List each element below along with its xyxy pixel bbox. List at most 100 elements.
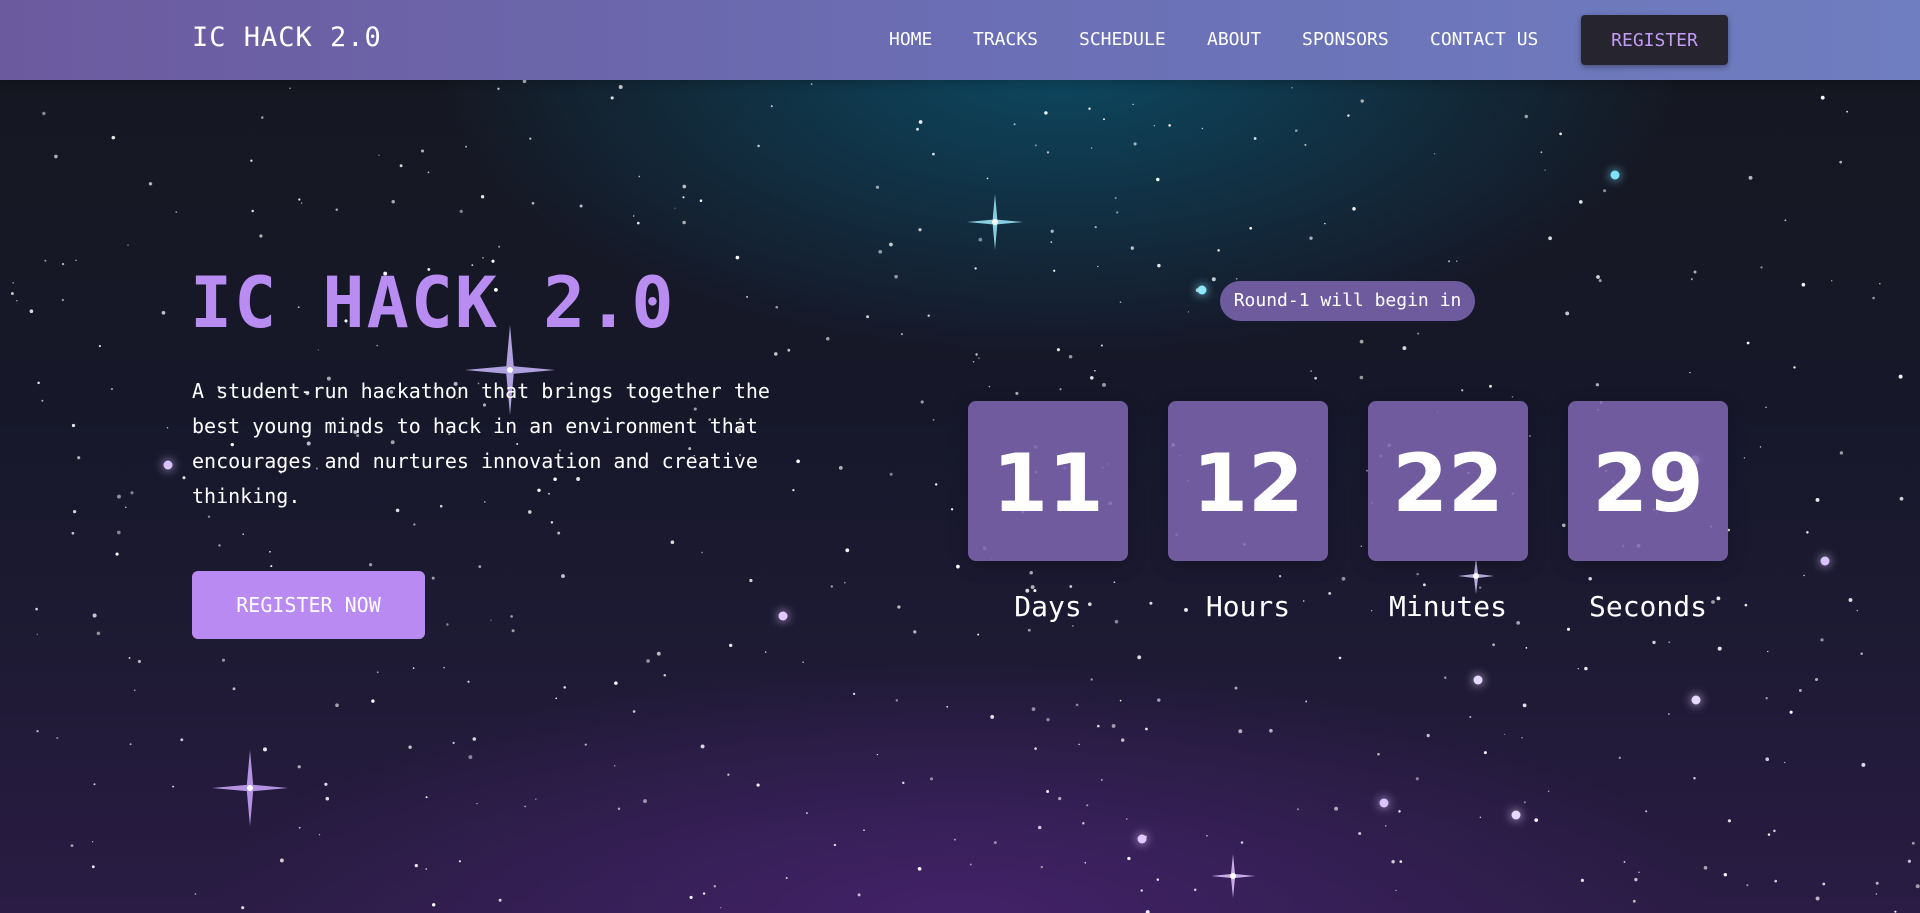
star-dot: [137, 659, 141, 664]
star-dot: [1638, 871, 1640, 874]
star-dot: [1565, 311, 1570, 316]
star-dot: [916, 127, 919, 131]
star-dot: [207, 515, 211, 519]
star-dot: [1815, 896, 1820, 901]
countdown-days-value: 11: [992, 437, 1104, 530]
star-dot: [1137, 655, 1142, 660]
star-dot: [1860, 652, 1863, 655]
star-dot: [335, 703, 339, 708]
star-dot: [490, 619, 492, 621]
star-dot: [1469, 716, 1472, 718]
star-dot: [1046, 790, 1050, 793]
star-dot: [467, 680, 470, 683]
star-dot: [12, 281, 15, 284]
star-dot: [838, 466, 843, 470]
glowing-star: [1610, 170, 1620, 180]
star-dot: [1744, 603, 1748, 607]
star-dot: [978, 357, 980, 359]
star-dot: [775, 305, 779, 309]
star-dot: [378, 154, 380, 156]
star-dot: [1559, 132, 1562, 136]
star-dot: [1140, 889, 1143, 892]
star-dot: [802, 661, 804, 664]
nav-link-schedule[interactable]: SCHEDULE: [1079, 29, 1166, 50]
star-dot: [1127, 856, 1131, 861]
star-dot: [555, 697, 558, 700]
star-dot: [1111, 723, 1116, 728]
star-dot: [1492, 643, 1495, 647]
star-dot: [1235, 277, 1238, 280]
star-dot: [1206, 834, 1208, 837]
star-dot: [1798, 689, 1802, 692]
star-dot: [643, 799, 647, 804]
star-dot: [1156, 177, 1160, 182]
star-dot: [927, 314, 930, 317]
star-dot: [1765, 697, 1768, 700]
star-dot: [1503, 733, 1506, 736]
star-dot: [180, 738, 184, 742]
star-dot: [932, 152, 935, 156]
star-dot: [1879, 282, 1881, 285]
star-dot: [977, 633, 980, 636]
star-dot: [700, 744, 705, 749]
star-dot: [956, 564, 960, 569]
star-dot: [1088, 107, 1091, 110]
countdown-minutes-box: 22: [1368, 401, 1528, 561]
nav-link-tracks[interactable]: TRACKS: [973, 29, 1038, 50]
star-dot: [1596, 275, 1600, 279]
star-dot: [1415, 777, 1419, 781]
star-dot: [930, 777, 933, 781]
glowing-star: [1197, 285, 1207, 295]
star-dot: [746, 295, 749, 298]
countdown-minutes-value: 22: [1392, 437, 1504, 530]
star-dot: [324, 782, 328, 786]
star-dot: [682, 184, 687, 189]
star-dot: [1238, 729, 1243, 734]
star-dot: [826, 337, 830, 341]
star-dot: [125, 506, 127, 509]
star-dot: [129, 743, 132, 746]
star-dot: [1100, 344, 1103, 347]
star-dot: [1015, 391, 1019, 395]
star-dot: [1856, 609, 1859, 612]
countdown-hours-box: 12: [1168, 401, 1328, 561]
star-dot: [1034, 144, 1037, 147]
star-dot: [498, 898, 502, 902]
star-dot: [510, 615, 513, 618]
star-dot: [1398, 810, 1401, 813]
star-dot: [29, 309, 34, 314]
star-dot: [1153, 125, 1155, 127]
star-dot: [1899, 496, 1904, 501]
register-button[interactable]: REGISTER: [1581, 15, 1728, 65]
star-dot: [446, 623, 449, 626]
star-dot: [682, 196, 685, 199]
star-dot: [935, 483, 938, 486]
star-dot: [1402, 346, 1407, 351]
glowing-star: [778, 611, 788, 621]
star-dot: [1528, 435, 1531, 437]
star-dot: [810, 83, 813, 85]
register-now-button[interactable]: REGISTER NOW: [192, 571, 425, 639]
star-dot: [72, 509, 77, 514]
star-dot: [1521, 736, 1523, 739]
star-dot: [1044, 111, 1048, 115]
star-dot: [1119, 699, 1122, 702]
nav-link-about[interactable]: ABOUT: [1207, 29, 1261, 50]
star-dot: [376, 344, 378, 347]
star-dot: [656, 651, 661, 656]
star-dot: [376, 671, 379, 674]
nav-link-home[interactable]: HOME: [889, 29, 932, 50]
star-dot: [1328, 591, 1332, 595]
star-dot: [1211, 277, 1216, 282]
star-dot: [785, 877, 788, 879]
star-dot: [148, 182, 153, 186]
star-dot: [1309, 236, 1313, 240]
star-dot: [44, 259, 47, 262]
star-dot: [1097, 265, 1099, 268]
star-dot: [1767, 833, 1771, 836]
star-dot: [325, 796, 330, 801]
star-dot: [1511, 395, 1514, 398]
glowing-star: [1820, 556, 1830, 566]
nav-link-sponsors[interactable]: SPONSORS: [1302, 29, 1389, 50]
nav-link-contact-us[interactable]: CONTACT US: [1430, 29, 1538, 50]
